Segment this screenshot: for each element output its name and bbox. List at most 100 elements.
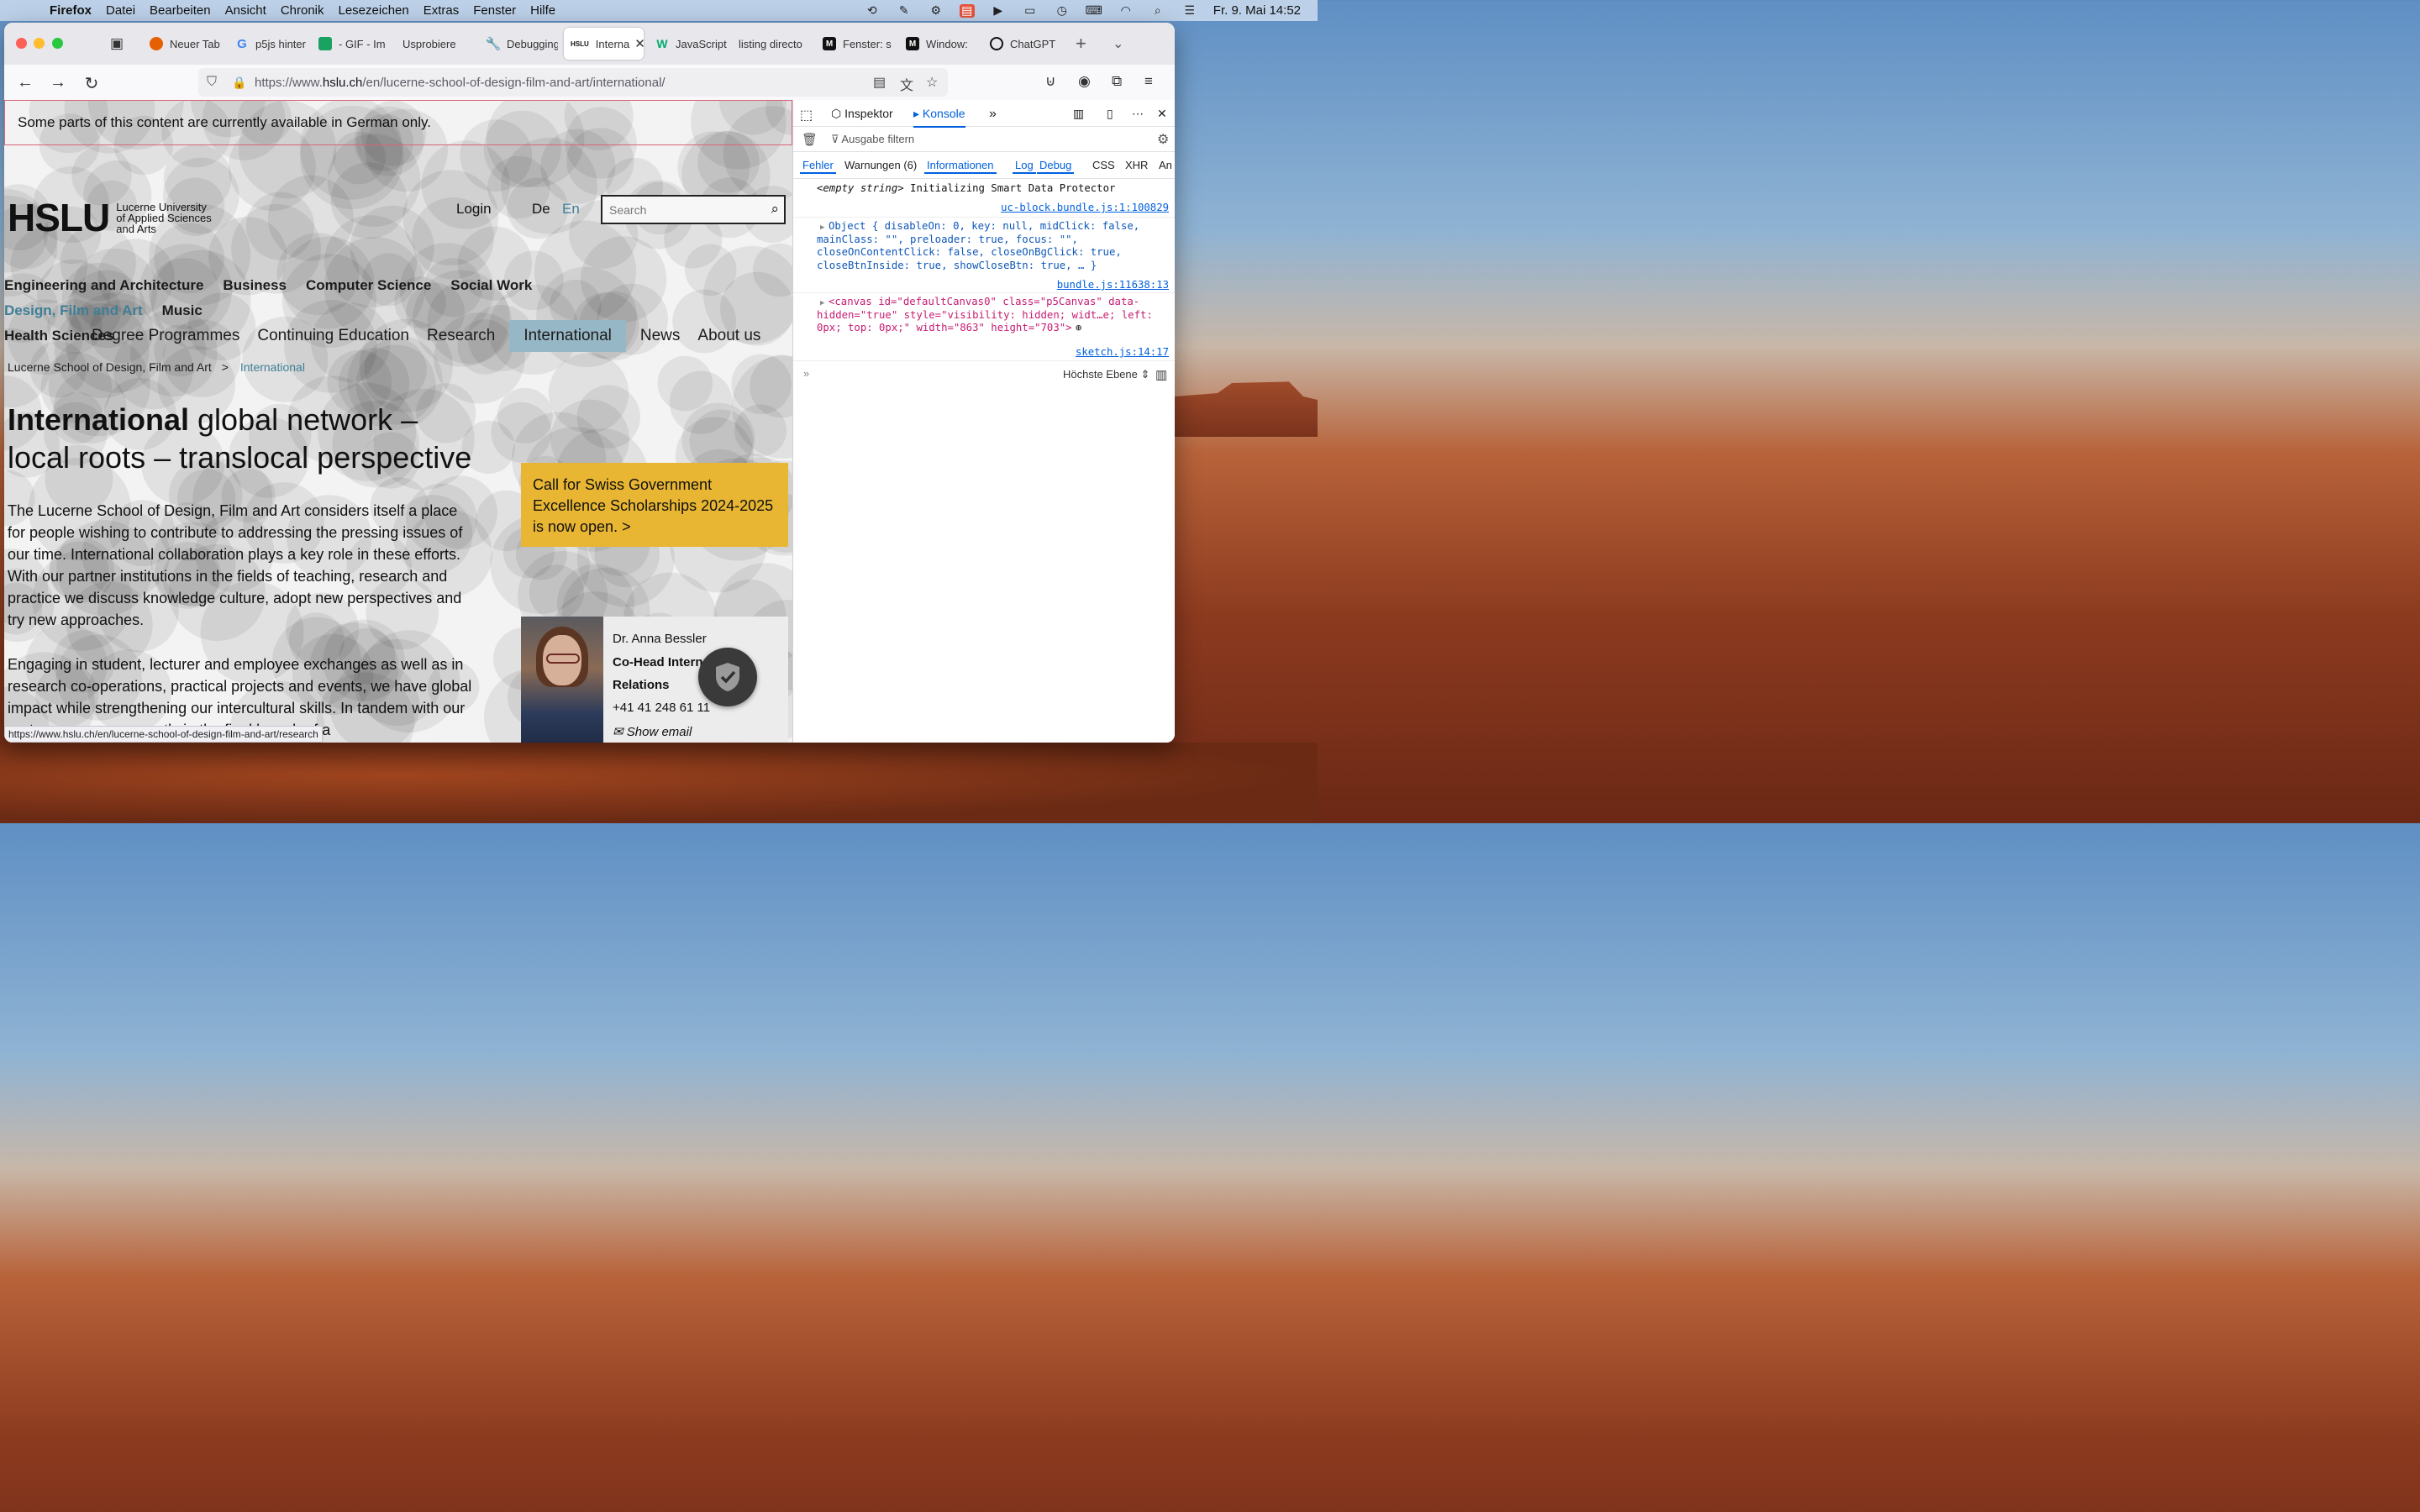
level-requests[interactable]: An bbox=[1156, 159, 1175, 171]
menu-ansicht[interactable]: Ansicht bbox=[225, 3, 266, 18]
level-css[interactable]: CSS bbox=[1090, 159, 1118, 171]
level-warnungen[interactable]: Warnungen (6) bbox=[842, 159, 919, 171]
scholarship-call-teaser[interactable]: Call for Swiss Government Excellence Sch… bbox=[521, 463, 788, 547]
console-source-link[interactable]: bundle.js:11638:13 bbox=[1057, 279, 1169, 292]
split-console-icon[interactable]: ▥ bbox=[1073, 107, 1084, 121]
level-fehler[interactable]: Fehler bbox=[800, 159, 836, 174]
control-center-icon[interactable]: ☰ bbox=[1181, 3, 1198, 18]
menu-lesezeichen[interactable]: Lesezeichen bbox=[339, 3, 409, 18]
faculty-engineering[interactable]: Engineering and Architecture bbox=[4, 273, 203, 298]
clear-console-trash-icon[interactable]: 🗑 bbox=[802, 132, 818, 147]
editor-mode-icon[interactable]: ▥ bbox=[1155, 367, 1167, 382]
tab-international-active[interactable]: HSLU Interna ✕ bbox=[564, 28, 644, 60]
tab-console[interactable]: ▸ Konsole bbox=[913, 107, 965, 128]
tab-gif[interactable]: - GIF - Im bbox=[318, 28, 390, 60]
translate-icon[interactable]: 文 bbox=[900, 74, 913, 94]
url-text[interactable]: https://www.hslu.ch/en/lucerne-school-of… bbox=[255, 76, 666, 90]
zoom-window-button[interactable] bbox=[52, 38, 63, 49]
signature-icon[interactable]: ✎ bbox=[896, 3, 913, 18]
responsive-design-icon[interactable]: ▯ bbox=[1107, 107, 1113, 121]
pocket-icon[interactable]: ⊍ bbox=[1045, 73, 1055, 90]
search-icon[interactable]: ⌕ bbox=[771, 201, 779, 218]
minimize-window-button[interactable] bbox=[34, 38, 45, 49]
wifi-icon[interactable]: ◠ bbox=[1118, 3, 1134, 18]
bookmark-star-icon[interactable]: ☆ bbox=[926, 74, 938, 91]
play-icon[interactable]: ▶ bbox=[990, 3, 1007, 18]
lang-de-link[interactable]: De bbox=[532, 201, 550, 218]
faculty-computer-science[interactable]: Computer Science bbox=[306, 273, 431, 298]
hslu-logo[interactable]: HSLU Lucerne University of Applied Scienc… bbox=[8, 195, 212, 240]
close-devtools-icon[interactable]: ✕ bbox=[1157, 107, 1167, 121]
console-source-link[interactable]: uc-block.bundle.js:1:100829 bbox=[1001, 202, 1169, 215]
extension-status-icon[interactable]: ⚙ bbox=[928, 3, 944, 18]
level-debug[interactable]: Debug bbox=[1037, 159, 1075, 174]
element-picker-icon[interactable]: ⬚ bbox=[800, 107, 813, 123]
account-icon[interactable]: ◉ bbox=[1078, 73, 1091, 90]
time-machine-icon[interactable]: ◷ bbox=[1054, 3, 1071, 18]
extensions-icon[interactable]: ⧉ bbox=[1112, 73, 1122, 90]
console-filter-input[interactable]: ⊽ Ausgabe filtern bbox=[831, 133, 914, 146]
tab-fenster[interactable]: M Fenster: s bbox=[823, 28, 894, 60]
show-email-link[interactable]: ✉ Show email bbox=[613, 724, 692, 739]
log-object-line[interactable]: Object { disableOn: 0, key: null, midCli… bbox=[817, 220, 1139, 234]
battery-icon[interactable]: ▭ bbox=[1022, 3, 1039, 18]
tab-debugging[interactable]: 🔧 Debugging bbox=[487, 28, 558, 60]
menu-datei[interactable]: Datei bbox=[106, 3, 135, 18]
list-all-tabs-chevron-icon[interactable]: ⌄ bbox=[1113, 28, 1123, 60]
nav-degree-programmes[interactable]: Degree Programmes bbox=[88, 320, 254, 352]
log-element-line[interactable]: <canvas id="defaultCanvas0" class="p5Can… bbox=[817, 296, 1139, 309]
close-window-button[interactable] bbox=[16, 38, 27, 49]
console-source-link[interactable]: sketch.js:14:17 bbox=[1076, 346, 1169, 360]
nav-continuing-education[interactable]: Continuing Education bbox=[254, 320, 424, 352]
login-link[interactable]: Login bbox=[456, 201, 492, 218]
menubar-clock[interactable]: Fr. 9. Mai 14:52 bbox=[1213, 3, 1301, 18]
more-tools-chevron-icon[interactable]: » bbox=[989, 107, 997, 122]
new-tab-plus-icon[interactable]: + bbox=[1076, 28, 1086, 60]
menu-app-firefox[interactable]: Firefox bbox=[50, 3, 92, 18]
breadcrumb-parent[interactable]: Lucerne School of Design, Film and Art bbox=[8, 360, 212, 374]
hamburger-menu-icon[interactable]: ≡ bbox=[1144, 73, 1153, 90]
devtools-menu-icon[interactable]: ⋯ bbox=[1132, 107, 1144, 121]
reader-view-icon[interactable]: ▤ bbox=[873, 74, 886, 91]
console-input[interactable]: » Höchste Ebene ⇕ ▥ bbox=[793, 362, 1175, 387]
menu-extras[interactable]: Extras bbox=[424, 3, 460, 18]
app-status-icon[interactable]: ▤ bbox=[959, 3, 975, 18]
privacy-shield-button[interactable] bbox=[698, 648, 757, 706]
spotlight-search-icon[interactable]: ⌕ bbox=[1150, 3, 1166, 18]
tab-usprobiere[interactable]: Usprobiere bbox=[402, 28, 474, 60]
faculty-business[interactable]: Business bbox=[223, 273, 287, 298]
nav-international[interactable]: International bbox=[509, 320, 626, 352]
console-settings-gear-icon[interactable]: ⚙ bbox=[1157, 131, 1169, 148]
menu-chronik[interactable]: Chronik bbox=[281, 3, 324, 18]
level-informationen[interactable]: Informationen bbox=[924, 159, 997, 174]
tab-window[interactable]: M Window: bbox=[906, 28, 977, 60]
tab-overview-icon[interactable]: ▣ bbox=[110, 28, 124, 60]
context-selector[interactable]: Höchste Ebene ⇕ bbox=[1063, 368, 1150, 381]
level-xhr[interactable]: XHR bbox=[1123, 159, 1150, 171]
tab-listing-directory[interactable]: listing directo bbox=[739, 28, 810, 60]
faculty-social-work[interactable]: Social Work bbox=[450, 273, 532, 298]
tab-p5js[interactable]: Gp5js hinter bbox=[235, 28, 307, 60]
menu-fenster[interactable]: Fenster bbox=[473, 3, 516, 18]
back-icon[interactable]: ← bbox=[15, 73, 35, 92]
inspect-node-target-icon[interactable]: ⊕ bbox=[1076, 322, 1081, 335]
close-tab-icon[interactable]: ✕ bbox=[634, 36, 644, 51]
nav-news[interactable]: News bbox=[626, 320, 695, 352]
menu-bearbeiten[interactable]: Bearbeiten bbox=[150, 3, 211, 18]
sync-icon[interactable]: ⟲ bbox=[864, 3, 881, 18]
level-log[interactable]: Log bbox=[1013, 159, 1036, 174]
tab-neuer-tab[interactable]: Neuer Tab bbox=[150, 28, 221, 60]
nav-research[interactable]: Research bbox=[424, 320, 509, 352]
lock-icon[interactable]: 🔒 bbox=[232, 76, 246, 90]
tracking-protection-shield-icon[interactable]: ⛉ bbox=[207, 75, 217, 90]
url-bar[interactable]: ⛉ 🔒 https://www.hslu.ch/en/lucerne-schoo… bbox=[198, 68, 948, 97]
nav-about-us[interactable]: About us bbox=[694, 320, 775, 352]
tab-chatgpt[interactable]: ChatGPT bbox=[990, 28, 1065, 60]
menu-hilfe[interactable]: Hilfe bbox=[530, 3, 555, 18]
lang-en-link[interactable]: En bbox=[562, 201, 580, 218]
keyboard-icon[interactable]: ⌨ bbox=[1086, 3, 1102, 18]
forward-icon[interactable]: → bbox=[48, 73, 68, 92]
contact-phone[interactable]: +41 41 248 61 11 bbox=[613, 701, 710, 715]
reload-icon[interactable]: ↻ bbox=[82, 73, 102, 94]
search-input[interactable]: Search ⌕ bbox=[601, 195, 786, 224]
